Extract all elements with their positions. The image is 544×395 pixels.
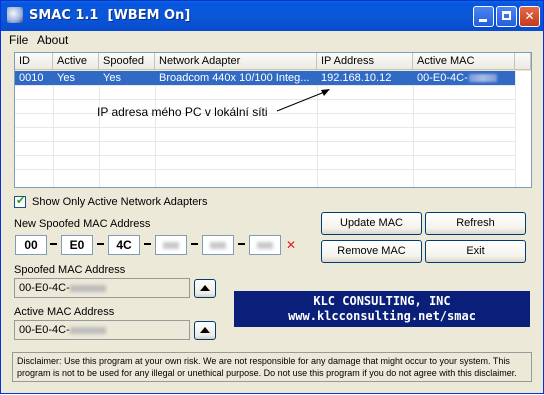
column-header-active[interactable]: Active xyxy=(53,53,99,70)
column-header-network-adapter[interactable]: Network Adapter xyxy=(155,53,317,70)
grid-line xyxy=(15,99,515,100)
close-icon: ✕ xyxy=(524,9,535,23)
new-mac-label: New Spoofed MAC Address xyxy=(14,218,151,230)
grid-line xyxy=(155,71,156,187)
adapters-table[interactable]: ID Active Spoofed Network Adapter IP Add… xyxy=(14,52,532,188)
arrow-up-icon xyxy=(200,327,210,333)
redacted-mac-blur xyxy=(69,326,106,334)
close-button[interactable]: ✕ xyxy=(519,6,540,27)
cell-network-adapter: Broadcom 440x 10/100 Integ... xyxy=(159,72,310,84)
mac-dash xyxy=(97,243,104,245)
active-mac-label: Active MAC Address xyxy=(14,306,115,318)
cell-active-mac-prefix: 00-E0-4C- xyxy=(417,72,468,84)
mac-octet-3-input[interactable]: 4C xyxy=(108,235,140,255)
mac-octet-2-input[interactable]: E0 xyxy=(61,235,93,255)
active-mac-value: 00-E0-4C- xyxy=(19,324,70,336)
spoofed-mac-value: 00-E0-4C- xyxy=(19,282,70,294)
redacted-octet-blur xyxy=(163,242,179,250)
spoofed-mac-label: Spoofed MAC Address xyxy=(14,264,126,276)
show-active-label[interactable]: Show Only Active Network Adapters xyxy=(32,196,207,208)
grid-line xyxy=(317,71,318,187)
title-bar[interactable]: SMAC 1.1 [WBEM On] ✕ xyxy=(1,1,543,31)
redacted-mac-blur xyxy=(69,284,106,292)
grid-line xyxy=(53,71,54,187)
maximize-icon xyxy=(502,11,511,20)
menu-file[interactable]: File xyxy=(9,33,28,47)
grid-line xyxy=(15,169,515,170)
copy-active-mac-button[interactable] xyxy=(194,321,216,340)
redacted-octet-blur xyxy=(210,242,226,250)
mac-dash xyxy=(144,243,151,245)
smac-app-icon[interactable] xyxy=(7,7,23,23)
mac-octet-4-input[interactable] xyxy=(155,235,187,255)
column-header-id[interactable]: ID xyxy=(15,53,53,70)
maximize-button[interactable] xyxy=(496,6,517,27)
banner-company: KLC CONSULTING, INC xyxy=(313,294,451,308)
table-header: ID Active Spoofed Network Adapter IP Add… xyxy=(15,53,531,71)
remove-mac-button[interactable]: Remove MAC xyxy=(321,240,422,263)
column-header-ip-address[interactable]: IP Address xyxy=(317,53,413,70)
smac-window: SMAC 1.1 [WBEM On] ✕ File About ID Activ… xyxy=(0,0,544,394)
exit-button[interactable]: Exit xyxy=(425,240,526,263)
arrow-up-icon xyxy=(200,285,210,291)
column-header-active-mac[interactable]: Active MAC xyxy=(413,53,515,70)
klc-banner[interactable]: KLC CONSULTING, INC www.klcconsulting.ne… xyxy=(234,291,530,327)
column-header-spoofed[interactable]: Spoofed xyxy=(99,53,155,70)
cell-active-mac: 00-E0-4C- xyxy=(413,71,515,85)
grid-line xyxy=(15,155,515,156)
menu-bar: File About xyxy=(1,31,543,49)
annotation-text: IP adresa mého PC v lokální síti xyxy=(97,105,268,119)
grid-line xyxy=(515,71,516,187)
grid-line xyxy=(15,127,515,128)
window-title: SMAC 1.1 [WBEM On] xyxy=(29,8,191,23)
cell-spoofed: Yes xyxy=(103,72,121,84)
mac-dash xyxy=(50,243,57,245)
mac-octet-1-input[interactable]: 00 xyxy=(15,235,47,255)
redacted-mac-blur xyxy=(468,74,497,83)
table-row[interactable]: 0010 Yes Yes Broadcom 440x 10/100 Integ.… xyxy=(15,71,515,85)
mac-dash xyxy=(238,243,245,245)
cell-id: 0010 xyxy=(19,72,44,84)
cell-ip-address: 192.168.10.12 xyxy=(321,72,392,84)
clear-x-icon[interactable]: ✕ xyxy=(286,238,296,252)
minimize-button[interactable] xyxy=(473,6,494,27)
copy-spoofed-mac-button[interactable] xyxy=(194,279,216,298)
grid-line xyxy=(15,85,515,86)
grid-line xyxy=(15,141,515,142)
update-mac-button[interactable]: Update MAC xyxy=(321,212,422,235)
cell-active: Yes xyxy=(57,72,75,84)
grid-line xyxy=(413,71,414,187)
disclaimer-text: Disclaimer: Use this program at your own… xyxy=(12,352,532,382)
show-active-checkbox[interactable]: ✔ xyxy=(14,194,26,208)
checkmark-icon: ✔ xyxy=(16,194,26,207)
column-header-filler xyxy=(515,53,531,70)
mac-octet-5-input[interactable] xyxy=(202,235,234,255)
minimize-icon xyxy=(479,19,487,22)
active-mac-field: 00-E0-4C- xyxy=(14,320,190,340)
redacted-octet-blur xyxy=(257,242,273,250)
menu-about[interactable]: About xyxy=(37,33,68,47)
grid-line xyxy=(99,71,100,187)
mac-octet-6-input[interactable] xyxy=(249,235,281,255)
refresh-button[interactable]: Refresh xyxy=(425,212,526,235)
spoofed-mac-field: 00-E0-4C- xyxy=(14,278,190,298)
banner-url: www.klcconsulting.net/smac xyxy=(288,309,476,323)
mac-dash xyxy=(191,243,198,245)
